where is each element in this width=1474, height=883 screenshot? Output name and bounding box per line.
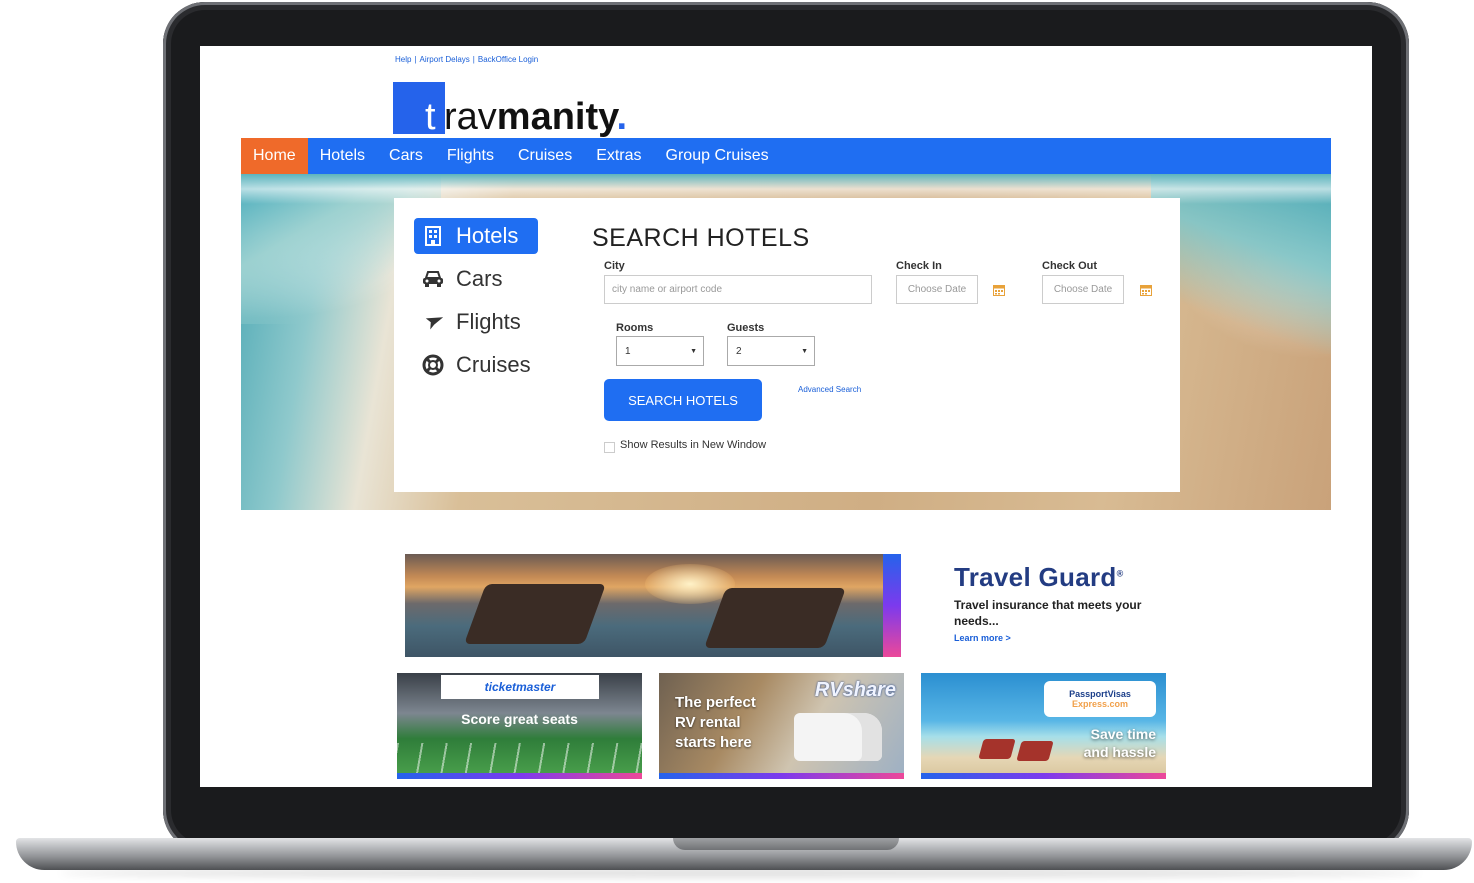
tab-flights[interactable]: Flights (414, 304, 554, 340)
tab-cruises[interactable]: Cruises (414, 347, 554, 383)
rooms-select[interactable]: 1 ▼ (616, 336, 704, 366)
advanced-search-link[interactable]: Advanced Search (798, 385, 861, 394)
checkout-input[interactable]: Choose Date (1042, 275, 1124, 304)
rvshare-text: The perfect RV rental starts here (675, 694, 756, 751)
new-window-label: Show Results in New Window (620, 439, 767, 451)
tab-hotels[interactable]: Hotels (414, 218, 538, 254)
airport-delays-link[interactable]: Airport Delays (420, 55, 470, 64)
search-title: SEARCH HOTELS (592, 224, 810, 252)
chevron-down-icon: ▼ (801, 347, 808, 355)
nav-home[interactable]: Home (241, 138, 308, 174)
search-panel: Hotels Cars Flights Cruises SEARCH HOTEL… (394, 198, 1180, 492)
rv-image (794, 713, 882, 761)
nav-flights[interactable]: Flights (435, 138, 506, 174)
backoffice-login-link[interactable]: BackOffice Login (478, 55, 538, 64)
nav-cruises[interactable]: Cruises (506, 138, 584, 174)
site-logo[interactable]: t ravmanity. (393, 82, 627, 136)
rvshare-logo: RVshare (814, 679, 896, 701)
pool-lounge-ad[interactable] (405, 554, 901, 657)
guests-label: Guests (727, 322, 765, 334)
nav-hotels[interactable]: Hotels (308, 138, 377, 174)
ticketmaster-text: Score great seats (461, 711, 578, 727)
rvshare-ad[interactable]: RVshare The perfect RV rental starts her… (659, 673, 904, 779)
nav-group-cruises[interactable]: Group Cruises (654, 138, 781, 174)
car-icon (422, 268, 444, 290)
search-tabs: Hotels Cars Flights Cruises (414, 218, 554, 390)
tab-cars[interactable]: Cars (414, 261, 554, 297)
search-hotels-button[interactable]: SEARCH HOTELS (604, 379, 762, 421)
plane-icon (422, 311, 444, 333)
new-window-checkbox[interactable] (604, 442, 615, 453)
rooms-label: Rooms (616, 322, 654, 334)
checkout-label: Check Out (1042, 260, 1098, 272)
chevron-down-icon: ▼ (690, 347, 697, 355)
city-input[interactable]: city name or airport code (604, 275, 872, 304)
passport-visas-ad[interactable]: PassportVisas Express.com Save time and … (921, 673, 1166, 779)
city-label: City (604, 260, 625, 272)
passport-visas-logo: PassportVisas Express.com (1044, 681, 1156, 717)
calendar-icon[interactable] (1140, 284, 1152, 296)
ticketmaster-logo: ticketmaster (441, 675, 599, 699)
browser-viewport: Help | Airport Delays | BackOffice Login… (200, 46, 1372, 787)
nav-extras[interactable]: Extras (584, 138, 653, 174)
ticketmaster-ad[interactable]: ticketmaster Score great seats (397, 673, 642, 779)
passport-visas-text: Save time and hassle (1083, 726, 1156, 760)
checkin-label: Check In (896, 260, 942, 272)
hero-beach-banner: Hotels Cars Flights Cruises SEARCH HOTEL… (241, 174, 1331, 510)
logo-mark: t (393, 82, 445, 136)
life-ring-icon (422, 354, 444, 376)
nav-cars[interactable]: Cars (377, 138, 435, 174)
calendar-icon[interactable] (993, 284, 1005, 296)
main-nav: Home Hotels Cars Flights Cruises Extras … (241, 138, 1331, 174)
learn-more-link[interactable]: Learn more > (954, 633, 1144, 643)
laptop-notch (673, 838, 899, 850)
guests-select[interactable]: 2 ▼ (727, 336, 815, 366)
travel-guard-subtitle: Travel insurance that meets your needs..… (954, 598, 1142, 628)
travel-guard-title: Travel Guard (954, 562, 1117, 592)
building-icon (422, 225, 444, 247)
utility-links: Help | Airport Delays | BackOffice Login (395, 55, 539, 64)
checkin-input[interactable]: Choose Date (896, 275, 978, 304)
help-link[interactable]: Help (395, 55, 411, 64)
travel-guard-ad[interactable]: Travel Guard® Travel insurance that meet… (954, 562, 1144, 643)
